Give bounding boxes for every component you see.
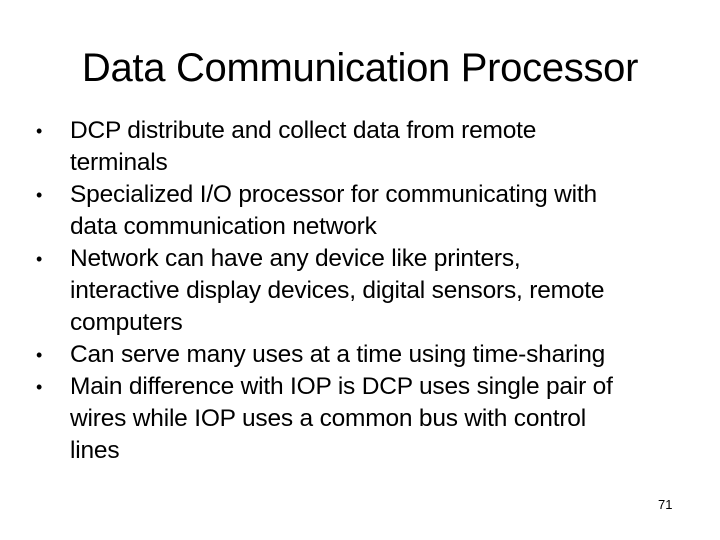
bullet-text-line: lines — [70, 437, 120, 464]
bullet-text-line: Specialized I/O processor for communicat… — [70, 181, 597, 208]
bullet-item: • Can serve many uses at a time using ti… — [34, 339, 714, 371]
bullet-icon: • — [36, 185, 43, 205]
bullet-item: • Main difference with IOP is DCP uses s… — [34, 371, 714, 467]
bullet-text-line: Network can have any device like printer… — [70, 245, 521, 272]
bullet-icon: • — [36, 377, 43, 397]
bullet-text-line: computers — [70, 309, 183, 336]
bullet-item: • Specialized I/O processor for communic… — [34, 179, 714, 243]
bullet-list: • DCP distribute and collect data from r… — [34, 115, 714, 467]
slide-title: Data Communication Processor — [81, 46, 639, 90]
bullet-icon: • — [36, 249, 43, 269]
bullet-text-line: wires while IOP uses a common bus with c… — [70, 405, 586, 432]
bullet-text-line: Main difference with IOP is DCP uses sin… — [70, 373, 613, 400]
bullet-text-line: Can serve many uses at a time using time… — [70, 341, 606, 368]
bullet-item: • DCP distribute and collect data from r… — [34, 115, 714, 179]
bullet-item: • Network can have any device like print… — [34, 243, 714, 339]
page-number: 71 — [658, 497, 673, 512]
bullet-text-line: DCP distribute and collect data from rem… — [70, 117, 537, 144]
bullet-text-line: interactive display devices, digital sen… — [70, 277, 605, 304]
slide: Data Communication Processor • DCP distr… — [0, 0, 720, 540]
bullet-text-line: data communication network — [70, 213, 377, 240]
bullet-icon: • — [36, 121, 43, 141]
bullet-icon: • — [36, 345, 43, 365]
bullet-text-line: terminals — [70, 149, 168, 176]
